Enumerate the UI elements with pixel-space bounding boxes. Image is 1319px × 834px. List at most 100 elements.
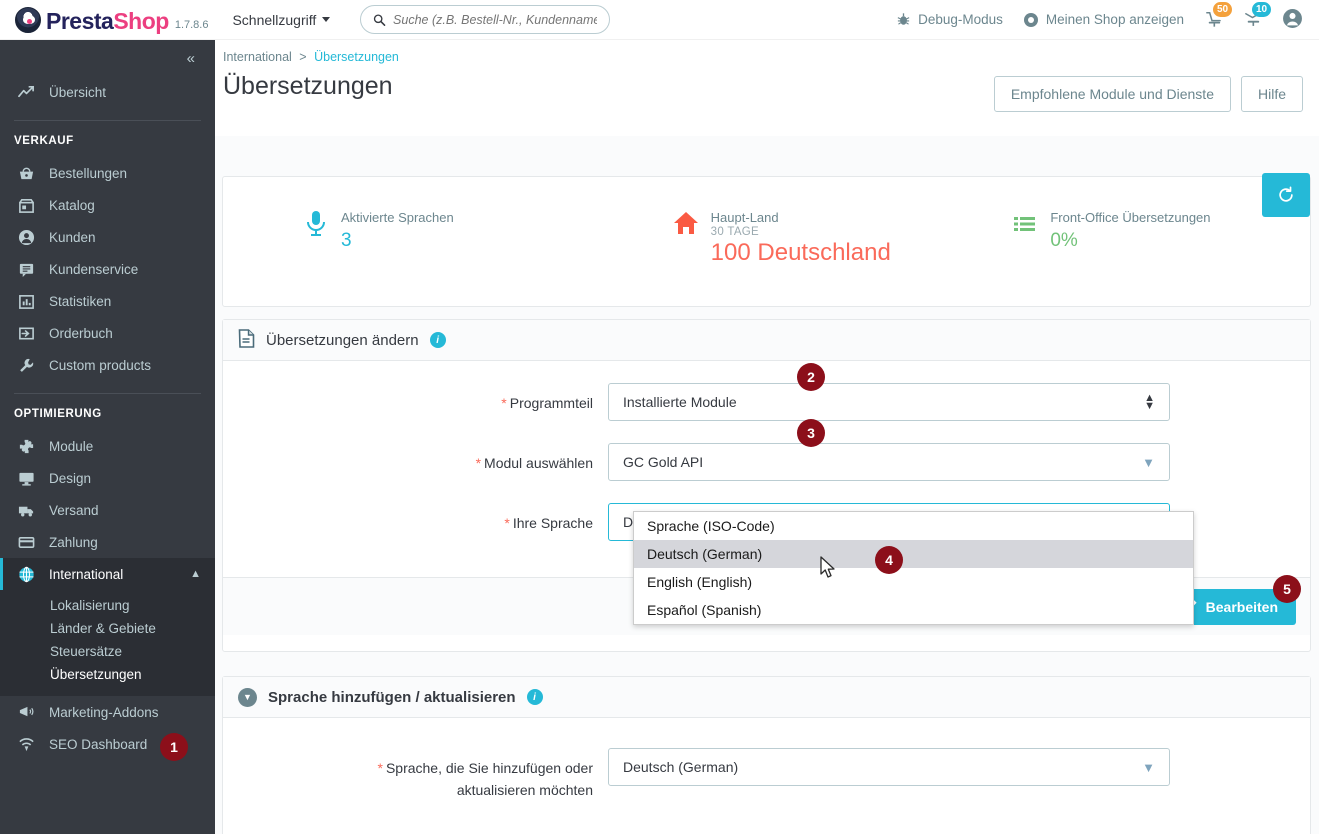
dropdown-option[interactable]: English (English) bbox=[634, 568, 1193, 596]
sidebar-subitem-uebersetzungen[interactable]: Übersetzungen bbox=[0, 663, 215, 686]
breadcrumb-parent[interactable]: International bbox=[223, 50, 292, 64]
kpi-label: Front-Office Übersetzungen bbox=[1050, 210, 1211, 225]
field-label: * Programmteil bbox=[223, 383, 608, 414]
form-row-programmteil: * Programmteil Installierte Module ▲ ▼ bbox=[223, 383, 1310, 421]
required-asterisk: * bbox=[377, 760, 383, 776]
breadcrumb-separator: > bbox=[299, 50, 307, 64]
orders-badge: 50 bbox=[1213, 1, 1233, 17]
panel-header: Übersetzungen ändern i bbox=[223, 320, 1310, 361]
microphone-icon bbox=[303, 209, 329, 239]
sidebar-item-marketing-addons[interactable]: Marketing-Addons bbox=[0, 696, 215, 728]
top-header-bar: PrestaShop 1.7.8.6 Schnellzugriff De bbox=[0, 0, 1319, 40]
sidebar-item-zahlung[interactable]: Zahlung bbox=[0, 526, 215, 558]
sidebar-subitem-steuersaetze[interactable]: Steuersätze bbox=[0, 640, 215, 663]
sidebar-item-custom-products[interactable]: Custom products bbox=[0, 349, 215, 381]
sidebar-item-international[interactable]: International ▲ bbox=[0, 558, 215, 590]
sidebar-subitem-laender-gebiete[interactable]: Länder & Gebiete bbox=[0, 617, 215, 640]
collapse-sidebar-icon[interactable]: « bbox=[187, 50, 195, 67]
quick-access-menu[interactable]: Schnellzugriff bbox=[232, 12, 331, 28]
sidebar-item-label: Statistiken bbox=[49, 293, 112, 309]
page-scroll-area: Aktivierte Sprachen 3 Haupt-Land 30 TAGE… bbox=[215, 136, 1319, 834]
refresh-kpi-button[interactable] bbox=[1262, 173, 1310, 217]
recommended-modules-button[interactable]: Empfohlene Module und Dienste bbox=[993, 76, 1231, 112]
required-asterisk: * bbox=[504, 515, 510, 531]
orders-notification-button[interactable]: 50 bbox=[1204, 1, 1233, 31]
sidebar-item-module[interactable]: Module bbox=[0, 430, 215, 462]
bar-chart-icon bbox=[17, 292, 35, 310]
version-label: 1.7.8.6 bbox=[174, 18, 209, 31]
list-icon bbox=[1012, 209, 1038, 239]
eye-icon bbox=[1023, 12, 1038, 27]
page-title: Übersetzungen bbox=[223, 72, 393, 100]
customers-badge: 10 bbox=[1252, 1, 1272, 17]
breadcrumb-current[interactable]: Übersetzungen bbox=[314, 50, 399, 64]
user-circle-icon bbox=[17, 228, 35, 246]
modul-select[interactable]: GC Gold API ▼ bbox=[608, 443, 1170, 481]
refresh-icon bbox=[1279, 186, 1293, 202]
sidebar-item-kundenservice[interactable]: Kundenservice bbox=[0, 253, 215, 285]
debug-mode-link[interactable]: Debug-Modus bbox=[896, 12, 1003, 27]
sidebar-subitem-lokalisierung[interactable]: Lokalisierung bbox=[0, 594, 215, 617]
sidebar-item-statistiken[interactable]: Statistiken bbox=[0, 285, 215, 317]
panel-title: Sprache hinzufügen / aktualisieren bbox=[268, 688, 516, 706]
sidebar-item-versand[interactable]: Versand bbox=[0, 494, 215, 526]
add-language-select[interactable]: Deutsch (German) ▼ bbox=[608, 748, 1170, 786]
sidebar-section-optimize: OPTIMIERUNG bbox=[14, 408, 102, 420]
sidebar-item-kunden[interactable]: Kunden bbox=[0, 221, 215, 253]
kpi-main-country: Haupt-Land 30 TAGE 100 Deutschland bbox=[601, 177, 971, 266]
mouse-cursor-icon bbox=[820, 556, 835, 578]
info-icon[interactable]: i bbox=[429, 332, 446, 348]
field-wrapper: GC Gold API ▼ bbox=[608, 443, 1170, 481]
required-asterisk: * bbox=[475, 455, 482, 471]
language-dropdown-list[interactable]: Sprache (ISO-Code) Deutsch (German) Engl… bbox=[633, 511, 1194, 625]
sidebar-item-label: SEO Dashboard bbox=[49, 736, 148, 752]
panel-header: ▼ Sprache hinzufügen / aktualisieren i bbox=[223, 677, 1310, 718]
view-shop-label: Meinen Shop anzeigen bbox=[1045, 12, 1184, 27]
search-box[interactable] bbox=[360, 5, 611, 34]
sidebar-collapse-row: « bbox=[0, 40, 215, 76]
main-sidebar: « Übersicht VERKAUF Bestellungen Katalog bbox=[0, 40, 215, 834]
form-row-modul: * Modul auswählen GC Gold API ▼ bbox=[223, 443, 1310, 481]
breadcrumb: International > Übersetzungen bbox=[215, 40, 1319, 64]
chat-icon bbox=[17, 260, 35, 278]
help-button[interactable]: Hilfe bbox=[1240, 76, 1303, 112]
login-arrow-icon bbox=[17, 324, 35, 342]
sidebar-item-uebersicht[interactable]: Übersicht bbox=[0, 76, 215, 108]
prestashop-logo[interactable]: PrestaShop 1.7.8.6 bbox=[15, 6, 209, 33]
field-label: * Ihre Sprache bbox=[223, 503, 608, 534]
caret-down-circle-icon[interactable]: ▼ bbox=[238, 687, 257, 707]
step-marker-3: 3 bbox=[797, 419, 825, 447]
programmteil-select[interactable]: Installierte Module ▲ ▼ bbox=[608, 383, 1170, 421]
dropdown-option[interactable]: Español (Spanish) bbox=[634, 596, 1193, 624]
chevron-down-icon: ▼ bbox=[1142, 759, 1155, 775]
info-icon[interactable]: i bbox=[526, 689, 543, 705]
panel-title: Übersetzungen ändern bbox=[266, 331, 419, 349]
bug-icon bbox=[897, 13, 910, 25]
search-input[interactable] bbox=[393, 12, 598, 27]
field-label: * Sprache, die Sie hinzufügen oder aktual… bbox=[223, 748, 608, 801]
account-menu-button[interactable] bbox=[1282, 8, 1303, 32]
sidebar-item-orderbuch[interactable]: Orderbuch bbox=[0, 317, 215, 349]
sidebar-item-label: Orderbuch bbox=[49, 325, 113, 341]
sidebar-divider bbox=[14, 393, 201, 394]
dropdown-option-selected[interactable]: Deutsch (German) bbox=[634, 540, 1193, 568]
sidebar-item-design[interactable]: Design bbox=[0, 462, 215, 494]
sidebar-item-katalog[interactable]: Katalog bbox=[0, 189, 215, 221]
dropdown-option[interactable]: Sprache (ISO-Code) bbox=[634, 512, 1193, 540]
sidebar-section-sales: VERKAUF bbox=[14, 135, 74, 147]
wrench-icon bbox=[17, 356, 35, 374]
basket-icon bbox=[17, 164, 35, 182]
store-icon bbox=[17, 196, 35, 214]
kpi-sublabel: 30 TAGE bbox=[710, 226, 760, 238]
kpi-value: 3 bbox=[341, 230, 352, 251]
field-label-text: Modul auswählen bbox=[484, 455, 593, 471]
sidebar-item-bestellungen[interactable]: Bestellungen bbox=[0, 157, 215, 189]
kpi-active-languages: Aktivierte Sprachen 3 bbox=[223, 177, 601, 254]
field-label: * Modul auswählen bbox=[223, 443, 608, 474]
sidebar-item-label: Versand bbox=[49, 502, 99, 518]
page-header: Übersetzungen Empfohlene Module und Dien… bbox=[215, 64, 1319, 112]
sidebar-item-label: Bestellungen bbox=[49, 165, 128, 181]
view-shop-link[interactable]: Meinen Shop anzeigen bbox=[1023, 12, 1184, 28]
page-header-actions: Empfohlene Module und Dienste Hilfe bbox=[993, 68, 1311, 112]
customers-notification-button[interactable]: 10 bbox=[1243, 1, 1272, 31]
